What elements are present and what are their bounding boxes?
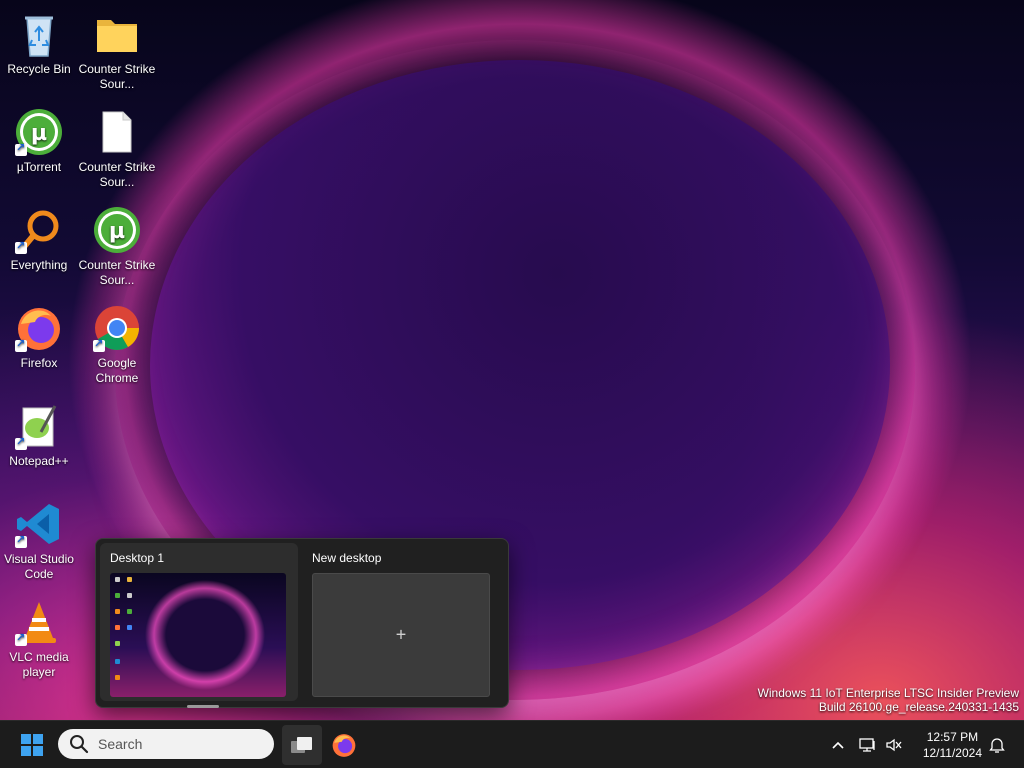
taskbar-firefox-button[interactable]	[324, 725, 364, 765]
virtual-desktop-1[interactable]: Desktop 1	[100, 543, 298, 708]
desktop-icon-label: Visual Studio Code	[4, 552, 74, 581]
folder-icon	[93, 10, 141, 58]
search-placeholder: Search	[98, 736, 143, 752]
firefox-icon	[332, 734, 356, 757]
watermark-edition: Windows 11 IoT Enterprise LTSC Insider P…	[757, 686, 1019, 700]
notepadplusplus-icon	[15, 402, 63, 450]
clock-time: 12:57 PM	[926, 730, 979, 744]
recycle-bin-icon	[15, 10, 63, 58]
network-icon[interactable]	[857, 734, 879, 756]
desktop-icon-counter-strike-file[interactable]: Counter Strike Sour...	[78, 102, 156, 190]
taskbar-search-box[interactable]: Search	[58, 729, 274, 759]
chrome-icon	[93, 304, 141, 352]
desktop-icon-counter-strike-utorrent[interactable]: µ Counter Strike Sour...	[78, 200, 156, 288]
desktop-icon-label: VLC media player	[9, 650, 69, 679]
shortcut-arrow-icon	[15, 141, 27, 156]
desktop-icon-label: Everything	[10, 258, 68, 272]
blank-file-icon	[93, 108, 141, 156]
shortcut-arrow-icon	[15, 337, 27, 352]
firefox-icon	[15, 304, 63, 352]
active-desktop-indicator	[187, 705, 219, 708]
desktop-icon-utorrent[interactable]: µ µTorrent	[0, 102, 78, 175]
search-icon	[70, 735, 89, 754]
desktop-icon-vlc[interactable]: VLC media player	[0, 592, 78, 680]
desktop-icon-label: Counter Strike Sour...	[78, 62, 156, 91]
desktop-icon-label: Notepad++	[9, 454, 69, 468]
shortcut-arrow-icon	[15, 533, 27, 548]
task-view-flyout: Desktop 1 New desktop +	[95, 538, 509, 708]
desktop-icon-label: Google Chrome	[95, 356, 139, 385]
new-desktop-button[interactable]: +	[312, 573, 490, 697]
clock-date: 12/11/2024	[922, 746, 982, 760]
utorrent-icon: µ	[93, 206, 141, 254]
shortcut-arrow-icon	[93, 337, 105, 352]
volume-muted-icon[interactable]	[883, 734, 905, 756]
start-button[interactable]	[12, 725, 52, 765]
svg-text:µ: µ	[109, 219, 125, 244]
desktop-icon-label: Counter Strike Sour...	[78, 160, 156, 189]
shortcut-arrow-icon	[15, 631, 27, 646]
windows-build-watermark: Windows 11 IoT Enterprise LTSC Insider P…	[758, 686, 1019, 714]
desktop-icon-recycle-bin[interactable]: Recycle Bin	[0, 4, 78, 77]
task-view-button[interactable]	[282, 725, 322, 765]
shortcut-arrow-icon	[15, 239, 27, 254]
desktop-icon-label: Firefox	[20, 356, 58, 370]
desktop-icon-vscode[interactable]: Visual Studio Code	[0, 494, 78, 582]
desktop-icon-firefox[interactable]: Firefox	[0, 298, 78, 371]
desktop-icon-counter-strike-folder[interactable]: Counter Strike Sour...	[78, 4, 156, 92]
taskbar-clock[interactable]: 12:57 PM 12/11/2024	[923, 729, 982, 761]
task-view-icon	[291, 737, 312, 753]
watermark-build: Build 26100.ge_release.240331-1435	[818, 700, 1019, 714]
desktop-icon-notepadplusplus[interactable]: Notepad++	[0, 396, 78, 469]
desktop-icon-label: Recycle Bin	[7, 62, 71, 76]
desktop-icon-label: Counter Strike Sour...	[78, 258, 156, 287]
vlc-icon	[15, 598, 63, 646]
notification-bell-icon[interactable]	[986, 734, 1008, 756]
show-hidden-icons-chevron-up-icon[interactable]	[827, 734, 849, 756]
svg-text:µ: µ	[31, 121, 47, 146]
desktop-icon-label: µTorrent	[16, 160, 62, 174]
new-desktop-tile[interactable]: New desktop +	[302, 543, 500, 701]
windows-logo-icon	[21, 734, 43, 756]
utorrent-icon: µ	[15, 108, 63, 156]
everything-search-icon	[15, 206, 63, 254]
desktop-thumbnail	[110, 573, 286, 697]
plus-icon: +	[395, 624, 407, 645]
desktop-icon-everything[interactable]: Everything	[0, 200, 78, 273]
virtual-desktop-title: New desktop	[312, 551, 382, 565]
shortcut-arrow-icon	[15, 435, 27, 450]
vscode-icon	[15, 500, 63, 548]
virtual-desktop-title: Desktop 1	[110, 551, 165, 565]
desktop-icon-chrome[interactable]: Google Chrome	[78, 298, 156, 386]
taskbar: Search 12:57 PM 12/11/2024	[0, 720, 1024, 768]
